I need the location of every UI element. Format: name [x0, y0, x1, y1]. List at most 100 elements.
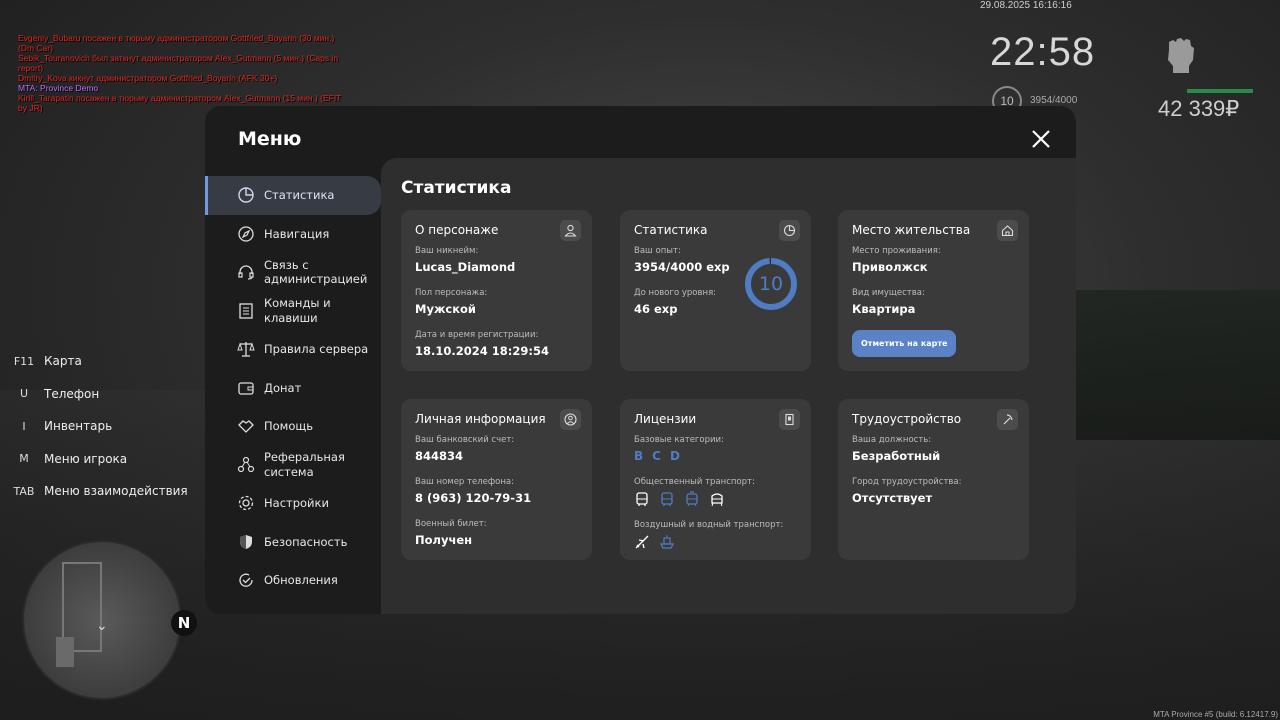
nickname-value: Lucas_Diamond	[415, 260, 516, 274]
nav-label: Донат	[264, 380, 302, 395]
share-nodes-icon	[237, 456, 255, 472]
compass-icon	[238, 226, 254, 242]
nav-item-updates[interactable]: Обновления	[205, 561, 381, 600]
nav-item-navigation[interactable]: Навигация	[205, 215, 381, 254]
work-city-label: Город трудоустройства:	[852, 477, 962, 487]
hint-key: U	[19, 387, 29, 401]
character-card: О персонаже Ваш никнейм: Lucas_Diamond П…	[401, 210, 592, 371]
chat-line: MTA: Province Demo	[18, 83, 99, 93]
hud-datetime: 29.08.2025 16:16:16	[980, 0, 1072, 11]
employment-card: Трудоустройство Ваша должность: Безработ…	[838, 399, 1029, 560]
hint-inventory: I Инвентарь	[10, 410, 200, 443]
nav-item-support[interactable]: Связь с администрацией	[205, 253, 381, 292]
personal-info-card: Личная информация Ваш банковский счет: 8…	[401, 399, 592, 560]
bank-account-value: 844834	[415, 449, 464, 463]
hint-key: TAB	[13, 484, 35, 498]
card-title: Личная информация	[415, 412, 546, 426]
scales-icon	[237, 342, 255, 357]
work-city-value: Отсутствует	[852, 491, 933, 505]
nav-item-commands[interactable]: Команды и клавиши	[205, 292, 381, 331]
nav-label: Правила сервера	[264, 342, 369, 356]
menu-window: Меню Статистика Навигация Связь с админи…	[205, 106, 1076, 614]
mark-on-map-button[interactable]: Отметить на карте	[852, 330, 957, 357]
fist-icon	[1168, 38, 1194, 73]
hint-label: Инвентарь	[44, 419, 113, 434]
military-id-label: Военный билет:	[415, 519, 487, 529]
air-water-transport-icons	[634, 534, 797, 550]
license-categories: B C D	[634, 449, 797, 463]
nav-item-help[interactable]: Помощь	[205, 407, 381, 446]
hint-phone: U Телефон	[10, 378, 200, 411]
nav-item-rules[interactable]: Правила сервера	[205, 330, 381, 369]
position-label: Ваша должность:	[852, 435, 932, 445]
gender-label: Пол персонажа:	[415, 288, 488, 298]
license-icon	[779, 409, 800, 430]
stats-card: Статистика Ваш опыт: 3954/4000 exp До но…	[620, 210, 811, 371]
card-title: Трудоустройство	[852, 412, 962, 426]
nav-label: Команды и клавиши	[264, 296, 331, 325]
nav-item-referral[interactable]: Реферальная система	[205, 446, 381, 485]
metro-icon	[711, 493, 723, 507]
chat-log: Evgeniy_Bubaru посажен в тюрьму админист…	[18, 33, 348, 113]
pie-chart-icon	[238, 187, 254, 203]
bus-icon	[636, 492, 648, 506]
card-title: О персонаже	[415, 223, 499, 237]
public-transport-label: Общественный транспорт:	[634, 477, 755, 487]
air-water-transport-label: Воздушный и водный транспорт:	[634, 520, 784, 530]
nav-label: Помощь	[264, 419, 314, 433]
refresh-check-icon	[239, 573, 253, 588]
content-title: Статистика	[401, 178, 512, 198]
hint-map: F11 Карта	[10, 345, 200, 378]
nav-item-statistics[interactable]: Статистика	[205, 176, 381, 215]
hint-label: Карта	[44, 354, 82, 369]
nickname-label: Ваш никнейм:	[415, 246, 479, 256]
nav-item-donate[interactable]: Донат	[205, 369, 381, 408]
phone-label: Ваш номер телефона:	[415, 477, 514, 487]
chat-line: Dmitry_Kova кикнут администратором Gottf…	[18, 73, 278, 83]
nav-item-security[interactable]: Безопасность	[205, 523, 381, 562]
hint-player-menu: M Меню игрока	[10, 443, 200, 476]
trolleybus-icon	[661, 492, 673, 506]
hud-exp: 3954/4000	[1030, 95, 1078, 106]
hint-key: I	[22, 419, 26, 433]
license-category: C	[652, 449, 661, 463]
hint-key: F11	[13, 354, 35, 368]
gender-value: Мужской	[415, 302, 476, 316]
handshake-icon	[238, 420, 254, 434]
card-title: Статистика	[634, 223, 708, 237]
hud-clock: 22:58	[990, 30, 1096, 74]
player-arrow-icon: ⌄	[96, 618, 108, 634]
headset-icon	[238, 265, 254, 280]
registration-value: 18.10.2024 18:29:54	[415, 344, 549, 358]
key-hints: F11 Карта U Телефон I Инвентарь M Меню игрок…	[10, 345, 200, 508]
content-panel: Статистика О персонаже Ваш никнейм: Luca…	[381, 158, 1076, 614]
hud-money: 42 339₽	[1158, 96, 1240, 121]
menu-nav: Статистика Навигация Связь с администрац…	[205, 176, 381, 600]
tram-icon	[686, 491, 698, 507]
nav-label: Настройки	[264, 496, 329, 510]
military-id-value: Получен	[415, 533, 473, 547]
registration-label: Дата и время регистрации:	[415, 330, 539, 340]
nav-label: Статистика	[264, 188, 335, 202]
close-icon[interactable]	[1030, 128, 1052, 150]
gear-icon	[238, 496, 254, 511]
menu-title: Меню	[238, 128, 302, 150]
minimap: ⌄	[22, 540, 182, 700]
chat-line: Sebik_Touranovich был заткнут администра…	[18, 53, 339, 73]
nav-item-settings[interactable]: Настройки	[205, 484, 381, 523]
phone-value: 8 (963) 120-79-31	[415, 491, 532, 505]
document-icon	[239, 303, 253, 319]
residence-card: Место жительства Место проживания: Приво…	[838, 210, 1029, 371]
hint-key: M	[19, 452, 29, 466]
hint-label: Телефон	[44, 386, 100, 401]
boat-icon	[659, 535, 675, 549]
residence-place-label: Место проживания:	[852, 246, 941, 256]
bank-account-label: Ваш банковский счет:	[415, 435, 515, 445]
nav-label: Связь с администрацией	[264, 257, 368, 287]
license-category: B	[634, 449, 644, 463]
hint-label: Меню взаимодействия	[44, 484, 188, 499]
level-number: 10	[758, 273, 784, 295]
property-type-label: Вид имущества:	[852, 288, 925, 298]
card-title: Место жительства	[852, 223, 971, 237]
user-circle-icon	[560, 409, 581, 430]
